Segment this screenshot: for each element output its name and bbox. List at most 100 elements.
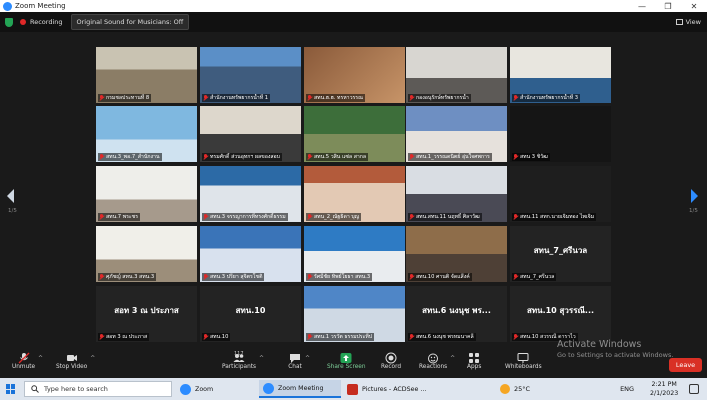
participant-name-tag: สทน.สทน.11 นฤทธิ์ ศิลาวัฒ (408, 213, 482, 221)
participant-name-tag: สทน.11 สทก.นายเจิมทอง ไพเจิม (512, 213, 597, 221)
apps-label: Apps (467, 364, 482, 370)
activate-windows-subtitle: Go to Settings to activate Windows. (557, 351, 674, 359)
video-tile[interactable]: สทน.6 นงนุช พร... สทน.6 นงนุช พรหมนาคลี (406, 286, 507, 342)
participant-name-tag: รัศมีชัย ทิพย์โยธา สทน.3 (306, 273, 373, 281)
apps-grid-icon (467, 352, 481, 364)
reactions-button[interactable]: Reactions ^ (419, 352, 455, 370)
participant-name: สทน.1 วรวัต ธรรมประทีป (314, 334, 373, 340)
recording-dot-icon (20, 19, 26, 25)
chat-caret-icon[interactable]: ^ (305, 355, 310, 362)
next-page-button[interactable] (690, 188, 700, 204)
unmute-button[interactable]: Unmute ^ (12, 352, 43, 370)
muted-microphone-icon (513, 274, 518, 280)
window-title: Zoom Meeting (15, 2, 66, 10)
taskbar-search-box[interactable]: Type here to search (24, 381, 172, 397)
video-tile[interactable]: สำนักงานทรัพยากรน้ำที่ 3 (510, 47, 611, 103)
temperature[interactable]: 25°C (514, 385, 530, 393)
participant-name: สทน_2_ณัฐธิดา บุญ (314, 214, 360, 220)
participant-name-tag: สทน.10 ศานติ จัดแสีงค์ (408, 273, 472, 281)
security-shield-icon[interactable] (5, 17, 13, 27)
windows-start-icon[interactable] (6, 384, 16, 394)
participant-name-tag: กรมชลประทานที่ 8 (98, 94, 152, 102)
video-tile[interactable]: สทน.10 สทน.10 (200, 286, 301, 342)
taskbar-clock[interactable]: 2:21 PM 2/1/2023 (650, 380, 678, 398)
video-tile[interactable]: สทน_7_ศรีนวล สทน_7_ศรีนวล (510, 226, 611, 282)
participants-button[interactable]: 117 Participants ^ (222, 351, 264, 370)
video-tile[interactable]: สทน.3 ปรียา สุจิตรโชติ (200, 226, 301, 282)
participants-caret-icon[interactable]: ^ (259, 355, 264, 362)
participant-name: สทน.สทน.11 นฤทธิ์ ศิลาวัฒ (416, 214, 480, 220)
video-tile[interactable]: สทน.1_วรรณดนิตย์ อุ่นใจศพการ (406, 106, 507, 162)
close-button[interactable]: ✕ (681, 2, 707, 11)
view-button[interactable]: View (675, 18, 701, 26)
muted-microphone-icon (409, 154, 414, 160)
window-controls: — ❐ ✕ (629, 2, 707, 11)
video-tile[interactable]: กรมชลประทานที่ 8 (96, 47, 197, 103)
video-tile[interactable]: สำนักงานทรัพยากรน้ำที่ 1 (200, 47, 301, 103)
notification-icon[interactable] (689, 384, 699, 394)
maximize-button[interactable]: ❐ (655, 2, 681, 11)
taskbar-app-zoom-meeting-label: Zoom Meeting (278, 384, 324, 392)
muted-microphone-icon (513, 154, 518, 160)
apps-button[interactable]: Apps (467, 352, 481, 370)
video-tile[interactable]: สทน 3 ชิวัฒ (510, 106, 611, 162)
reactions-caret-icon[interactable]: ^ (450, 355, 455, 362)
video-tile[interactable]: สทน.สทน.11 นฤทธิ์ ศิลาวัฒ (406, 166, 507, 222)
video-options-caret-icon[interactable]: ^ (90, 355, 95, 362)
original-sound-button[interactable]: Original Sound for Musicians: Off (70, 14, 190, 30)
video-tile[interactable]: รัศมีชัย ทิพย์โยธา สทน.3 (304, 226, 405, 282)
video-tile[interactable]: สอท 3 ณ ประภาส สอท 3 ณ ประภาส (96, 286, 197, 342)
audio-options-caret-icon[interactable]: ^ (38, 355, 43, 362)
page-indicator-left: 1/5 (8, 208, 17, 214)
taskbar-app-acdsee[interactable]: Pictures - ACDSee ... (343, 380, 433, 398)
video-tile[interactable]: ศุภัชญ์ สทน.3 สทน.3 (96, 226, 197, 282)
video-tile[interactable]: สทน.5 วสิน แซ่ล สากล (304, 106, 405, 162)
previous-page-button[interactable] (5, 188, 15, 204)
video-tile[interactable]: สทน.7 พระชร (96, 166, 197, 222)
leave-button[interactable]: Leave (669, 358, 702, 372)
clock-time: 2:21 PM (651, 381, 677, 388)
muted-microphone-icon (409, 214, 414, 220)
stop-video-button[interactable]: Stop Video ^ (56, 352, 95, 370)
minimize-button[interactable]: — (629, 2, 655, 11)
meeting-topbar: Recording Original Sound for Musicians: … (0, 12, 707, 32)
clock-date: 2/1/2023 (650, 390, 679, 397)
chevron-right-icon (691, 189, 698, 203)
video-tile[interactable]: สทน.10 สุวรรณี... สทน.10 สวรรณี ดาราไว (510, 286, 611, 342)
taskbar-app-zoom[interactable]: Zoom (176, 380, 256, 398)
participant-name: สอท 3 ณ ประภาส (106, 334, 148, 340)
microphone-muted-icon (17, 352, 31, 364)
video-tile[interactable]: กองอนุรักษ์ทรัพยากรน้ำ (406, 47, 507, 103)
video-camera-icon (65, 352, 79, 364)
muted-microphone-icon (99, 95, 104, 101)
video-tile[interactable]: สทน.ฮ.ฮ. ทรหาวรรณ (304, 47, 405, 103)
video-tile[interactable]: ทรมศักดิ์ ส่วนอุทกฯ ผลของสอบ (200, 106, 301, 162)
record-button[interactable]: Record (381, 352, 401, 370)
participant-name: สำนักงานทรัพยากรน้ำที่ 1 (210, 95, 269, 101)
language-indicator[interactable]: ENG (620, 385, 634, 393)
weather-sun-icon[interactable] (500, 384, 510, 394)
taskbar-app-zoom-meeting[interactable]: Zoom Meeting (259, 380, 341, 398)
video-tile[interactable]: สทน_2_ณัฐธิดา บุญ (304, 166, 405, 222)
chat-button[interactable]: Chat ^ (288, 352, 310, 370)
video-tile[interactable]: สทน.3_พอ.7_สำนักงาน (96, 106, 197, 162)
participant-name: รัศมีชัย ทิพย์โยธา สทน.3 (314, 274, 371, 280)
participant-name: สทน 3 ชิวัฒ (520, 154, 548, 160)
recording-indicator[interactable]: Recording (20, 18, 63, 26)
participants-label: Participants (222, 364, 257, 370)
muted-microphone-icon (99, 214, 104, 220)
video-tile[interactable]: สทน.10 ศานติ จัดแสีงค์ (406, 226, 507, 282)
participant-name: สทน.10 (210, 334, 229, 340)
participant-name-tag: สอท 3 ณ ประภาส (98, 333, 150, 341)
participant-display-name: สทน.6 นงนุช พร... (422, 306, 491, 315)
muted-microphone-icon (409, 95, 414, 101)
whiteboards-button[interactable]: Whiteboards (505, 352, 542, 370)
participant-name: ศุภัชญ์ สทน.3 สทน.3 (106, 274, 155, 280)
participant-name: สทน.7 พระชร (106, 214, 139, 220)
video-tile[interactable]: สทน.11 สทก.นายเจิมทอง ไพเจิม (510, 166, 611, 222)
video-tile[interactable]: สทน.3 จรรญาการที่ทรงศักดิ์ธรรม (200, 166, 301, 222)
participant-name-tag: สทน.1_วรรณดนิตย์ อุ่นใจศพการ (408, 153, 492, 161)
share-screen-button[interactable]: Share Screen (327, 352, 366, 370)
video-tile[interactable]: สทน.1 วรวัต ธรรมประทีป (304, 286, 405, 342)
participant-name-tag: สทน.ฮ.ฮ. ทรหาวรรณ (306, 94, 365, 102)
